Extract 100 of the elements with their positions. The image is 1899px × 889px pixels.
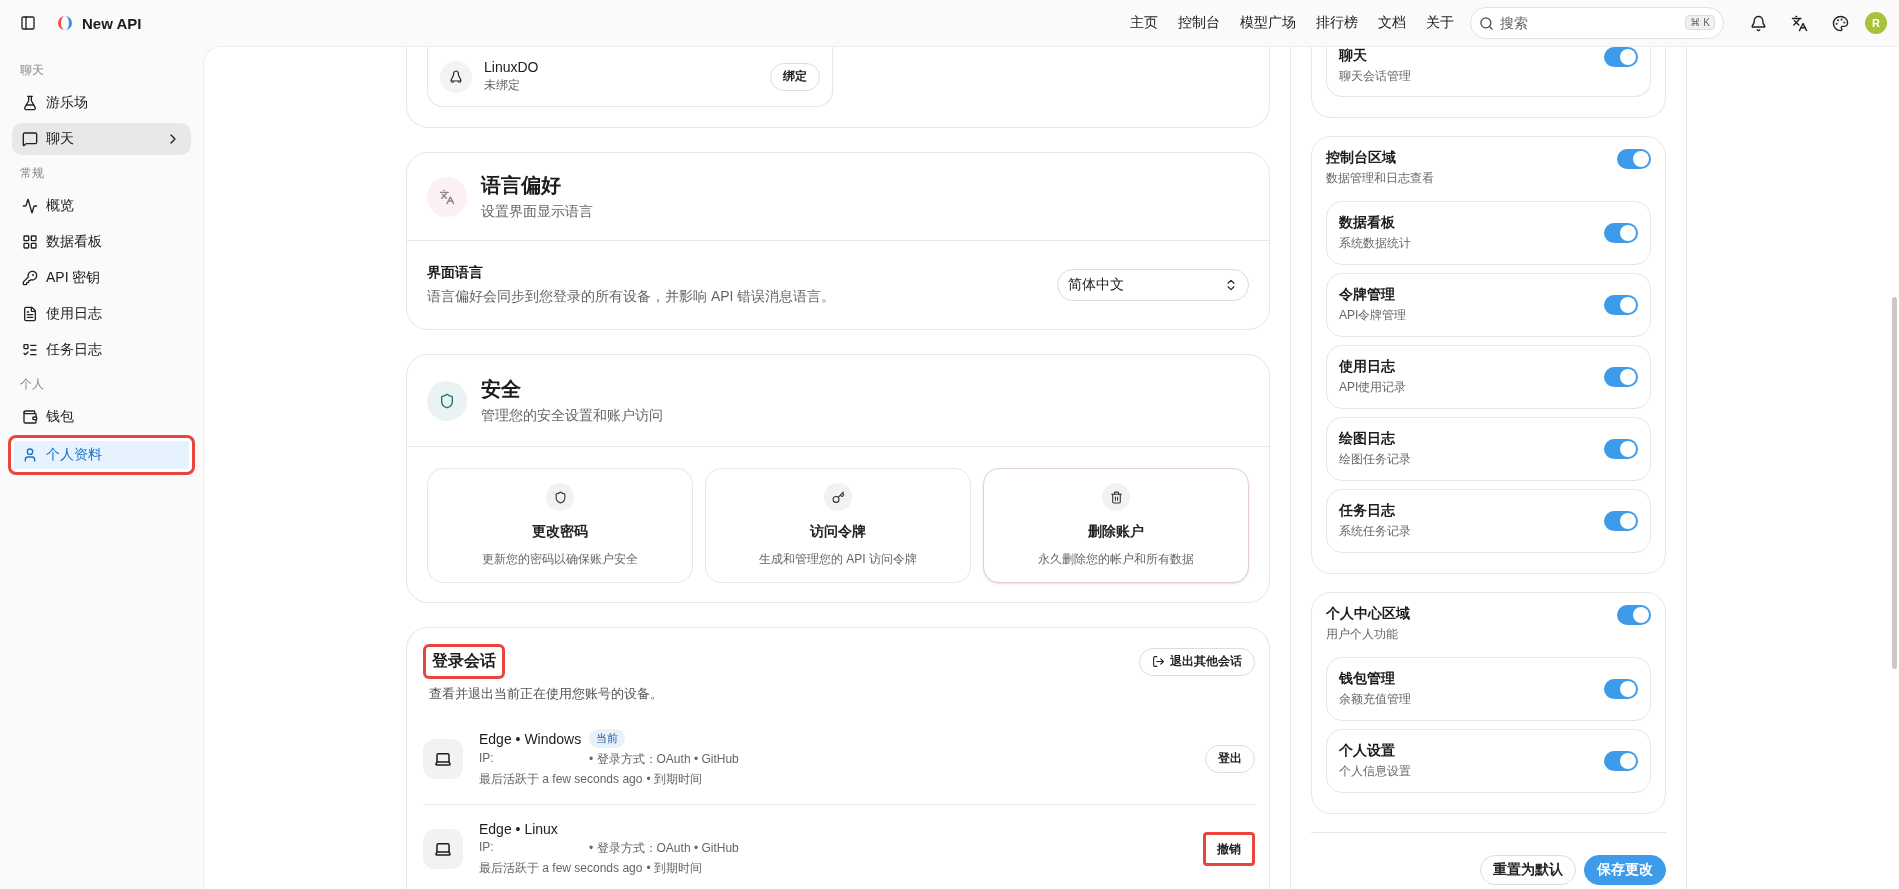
module-title: 个人设置 [1339,742,1396,760]
toggle-switch[interactable] [1604,295,1638,315]
module-description: API令牌管理 [1339,307,1408,324]
trash-icon [1102,483,1130,511]
logout-icon [1152,655,1165,668]
toggle-switch[interactable] [1604,751,1638,771]
last-active: 最后活跃于 a few seconds ago [479,860,643,877]
login-method: • 登录方式：OAuth • GitHub [589,840,739,857]
toggle-switch[interactable] [1604,439,1638,459]
laptop-icon [423,829,463,869]
language-select[interactable]: 简体中文 [1057,269,1249,301]
toggle-switch[interactable] [1617,605,1651,625]
toggle-switch[interactable] [1604,47,1638,67]
action-card[interactable]: 更改密码 更新您的密码以确保账户安全 [427,468,693,583]
key-icon [22,270,38,286]
logo-icon [58,15,72,31]
shield-icon [546,483,574,511]
ip-label: IP: [479,751,495,767]
sidebar-item[interactable]: 聊天 [12,123,191,155]
session-action-button[interactable]: 撤销 [1203,832,1255,866]
section-heading: 常规 [19,165,45,182]
current-badge: 当前 [589,729,626,748]
card-subtitle: 管理您的安全设置和账户访问 [481,407,664,425]
sidebar-item[interactable]: 使用日志 [12,298,191,330]
toggle-switch[interactable] [1604,679,1638,699]
grid-icon [22,234,38,250]
group-description: 用户个人功能 [1326,626,1399,643]
module-title: 钱包管理 [1339,670,1396,688]
nav-link[interactable]: 控制台 [1178,14,1220,32]
nav-link[interactable]: 模型广场 [1240,14,1296,32]
binding-name: LinuxDO [484,59,540,75]
nav-link[interactable]: 关于 [1426,14,1454,32]
card-title: 语言偏好 [481,173,562,198]
nav-link[interactable]: 文档 [1378,14,1406,32]
module-title: 任务日志 [1339,502,1396,520]
toggle-switch[interactable] [1604,367,1638,387]
reset-button[interactable]: 重置为默认 [1480,855,1576,885]
login-method: • 登录方式：OAuth • GitHub [589,751,739,768]
module-description: 余额充值管理 [1339,691,1412,708]
shield-icon [427,380,467,421]
module-title: 绘图日志 [1339,430,1396,448]
sidebar-item[interactable]: 概览 [12,190,191,222]
logout-others-button[interactable]: 退出其他会话 [1139,647,1255,676]
flask-icon [22,95,38,111]
session-action-button[interactable]: 登出 [1205,744,1255,773]
laptop-icon [423,738,463,779]
expiry-label: • 到期时间 [646,771,702,788]
scrollbar[interactable] [1892,297,1897,669]
module-description: 系统任务记录 [1339,523,1412,540]
wallet-icon [22,409,38,425]
device-name: Edge • Linux [479,821,558,837]
search-icon [1479,16,1494,31]
device-name: Edge • Windows [479,730,582,747]
section-heading: 聊天 [19,62,45,79]
toggle-switch[interactable] [1604,511,1638,531]
user-icon [22,447,38,463]
card-subtitle: 设置界面显示语言 [481,203,594,221]
checklist-icon [22,342,38,358]
shortcut-hint: ⌘ K [1685,15,1715,30]
sidebar-item[interactable]: 任务日志 [12,334,191,366]
chat-icon [22,131,38,147]
card-title: 安全 [481,377,522,402]
key-icon [824,483,852,511]
pulse-icon [22,198,38,214]
toggle-switch[interactable] [1617,149,1651,169]
sidebar-item[interactable]: 游乐场 [12,87,191,119]
ip-label: IP: [479,840,495,856]
module-description: 系统数据统计 [1339,235,1412,252]
section-title: 登录会话 [423,644,505,679]
module-title: 令牌管理 [1339,286,1396,304]
module-description: 绘图任务记录 [1339,451,1412,468]
module-title: 聊天 [1339,47,1368,65]
sidebar-item[interactable]: 钱包 [12,401,191,433]
action-card[interactable]: 删除账户 永久删除您的帐户和所有数据 [983,468,1249,583]
expiry-label: • 到期时间 [646,860,702,877]
module-title: 数据看板 [1339,214,1396,232]
last-active: 最后活跃于 a few seconds ago [479,771,643,788]
setting-label: 界面语言 [427,264,484,282]
module-description: 聊天会话管理 [1339,68,1412,85]
bind-button[interactable]: 绑定 [770,62,820,91]
group-description: 数据管理和日志查看 [1326,170,1435,187]
sidebar-item[interactable]: API 密钥 [12,262,191,294]
translate-icon [427,176,467,217]
group-title: 控制台区域 [1326,149,1397,167]
sidebar-item[interactable]: 数据看板 [12,226,191,258]
toggle-switch[interactable] [1604,223,1638,243]
module-title: 使用日志 [1339,358,1396,376]
action-card[interactable]: 访问令牌 生成和管理您的 API 访问令牌 [705,468,971,583]
section-heading: 个人 [19,376,45,393]
module-description: 个人信息设置 [1339,763,1412,780]
section-description: 查看并退出当前正在使用您账号的设备。 [428,685,664,703]
group-title: 个人中心区域 [1326,605,1411,623]
module-description: API使用记录 [1339,379,1408,396]
nav-link[interactable]: 排行榜 [1316,14,1358,32]
nav-link[interactable]: 主页 [1130,14,1158,32]
app-name: New API [82,14,142,32]
sidebar-item[interactable]: 个人资料 [8,435,195,475]
binding-status: 未绑定 [484,77,521,94]
document-icon [22,306,38,322]
setting-description: 语言偏好会同步到您登录的所有设备，并影响 API 错误消息语言。 [427,288,837,306]
